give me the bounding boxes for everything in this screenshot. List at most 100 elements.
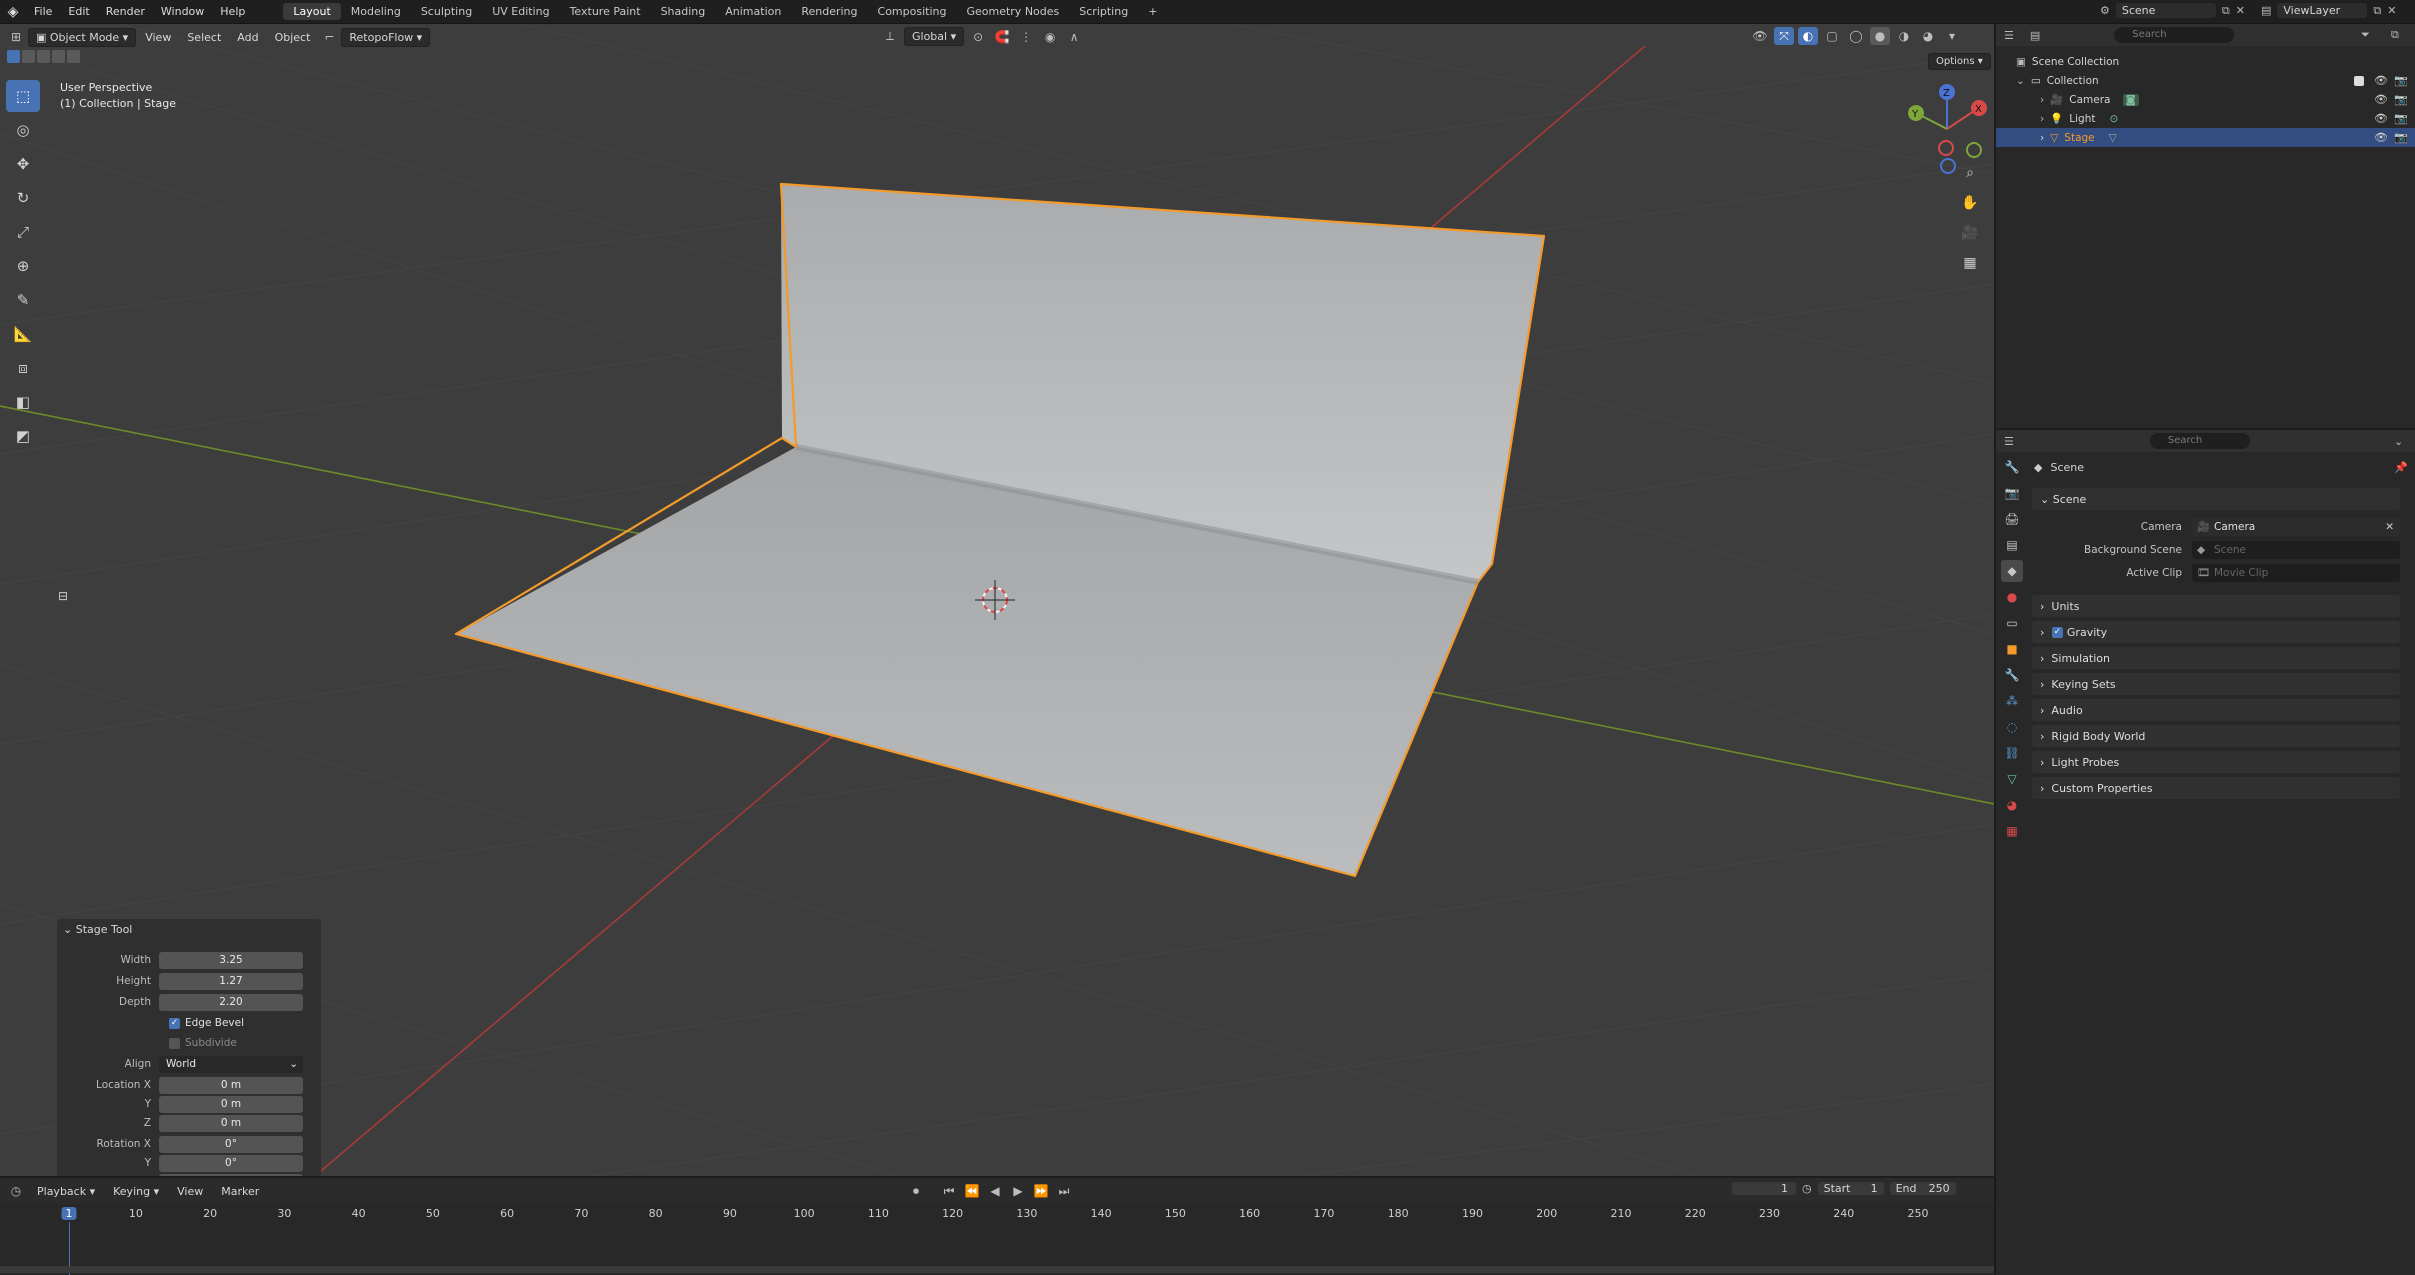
timeline-editor-type-icon[interactable]: ◷ (6, 1182, 26, 1200)
light-data-icon[interactable]: ⊙ (2110, 113, 2119, 125)
cursor-tool-icon[interactable]: ◎ (6, 114, 40, 146)
outliner-item-stage[interactable]: › ▽ Stage ▽ 👁 📷 (1996, 128, 2415, 147)
marker-menu[interactable]: Marker (214, 1183, 266, 1200)
tab-animation[interactable]: Animation (715, 3, 791, 20)
collapse-toolbar-icon[interactable]: ⊟ (58, 589, 68, 603)
height-field[interactable]: 1.27 (159, 972, 303, 990)
end-frame-field[interactable]: End 250 (1889, 1182, 1956, 1195)
new-view-layer-icon[interactable]: ⧉ (2373, 4, 2381, 18)
start-frame-field[interactable]: Start 1 (1817, 1182, 1884, 1195)
light-render-icon[interactable]: 📷 (2394, 112, 2408, 125)
snap-icon[interactable]: 🧲 (992, 28, 1012, 46)
scene-section-header[interactable]: ⌄ Scene (2032, 488, 2400, 510)
camera-data-icon[interactable]: ◙ (2122, 93, 2139, 106)
scene-collection-row[interactable]: ▣ Scene Collection (1996, 52, 2415, 71)
align-dropdown[interactable]: World ⌄ (159, 1055, 303, 1073)
light-eye-icon[interactable]: 👁 (2374, 112, 2388, 125)
scene-tab-icon[interactable]: ◆ (2001, 560, 2023, 582)
playback-menu[interactable]: Playback ▾ (30, 1183, 102, 1200)
rendered-shading-icon[interactable]: ◕ (1918, 27, 1938, 45)
preview-range-icon[interactable]: ◷ (1802, 1182, 1812, 1195)
display-mode-icon[interactable]: ▤ (2030, 29, 2040, 42)
mode-dropdown[interactable]: ▣ Object Mode ▾ (28, 27, 137, 47)
gravity-panel-header[interactable]: › ✓ Gravity (2032, 621, 2400, 643)
rotation-x-field[interactable]: 0° (159, 1135, 303, 1153)
outliner-search-input[interactable]: Search (2114, 27, 2235, 43)
visibility-icon[interactable]: 👁 (1750, 27, 1770, 45)
jump-start-icon[interactable]: ⏮ (939, 1182, 959, 1200)
proportional-edit-icon[interactable]: ◉ (1040, 28, 1060, 46)
select-box-tool-icon[interactable]: ⬚ (6, 80, 40, 112)
delete-scene-icon[interactable]: ✕ (2236, 4, 2245, 17)
stage-tool-header[interactable]: ⌄ Stage Tool (63, 923, 132, 936)
units-panel-header[interactable]: › Units (2032, 595, 2400, 617)
location-x-field[interactable]: 0 m (159, 1076, 303, 1094)
object-tab-icon[interactable]: ■ (2001, 638, 2023, 660)
tab-geometry-nodes[interactable]: Geometry Nodes (956, 3, 1069, 20)
add-workspace-button[interactable]: + (1138, 3, 1167, 20)
tab-compositing[interactable]: Compositing (868, 3, 957, 20)
jump-end-icon[interactable]: ⏭ (1054, 1182, 1074, 1200)
new-scene-icon[interactable]: ⧉ (2222, 4, 2230, 18)
scene-name-field[interactable]: Scene (2115, 3, 2216, 18)
tool-tab-icon[interactable]: 🔧 (2001, 456, 2023, 478)
data-tab-icon[interactable]: ▽ (2001, 768, 2023, 790)
auto-keying-icon[interactable]: ⏺ (906, 1182, 926, 1200)
collection-camera-icon[interactable]: 📷 (2394, 74, 2408, 87)
tab-scripting[interactable]: Scripting (1069, 3, 1138, 20)
xray-icon[interactable]: ▢ (1822, 27, 1842, 45)
background-scene-field[interactable]: ◆ Scene (2192, 541, 2400, 559)
material-tab-icon[interactable]: ◕ (2001, 794, 2023, 816)
play-icon[interactable]: ▶ (1008, 1182, 1028, 1200)
clear-camera-icon[interactable]: ✕ (2385, 518, 2394, 536)
stage-render-icon[interactable]: 📷 (2394, 131, 2408, 144)
collection-checkbox[interactable] (2354, 75, 2364, 86)
output-tab-icon[interactable]: 🖨 (2001, 508, 2023, 530)
blender-logo-icon[interactable]: ◈ (0, 4, 26, 20)
menu-file[interactable]: File (26, 5, 60, 18)
camera-eye-icon[interactable]: 👁 (2374, 93, 2388, 106)
rigid-body-world-panel-header[interactable]: › Rigid Body World (2032, 725, 2400, 747)
gravity-checkbox[interactable]: ✓ (2051, 626, 2063, 638)
stage-mesh-data-icon[interactable]: ▽ (2109, 132, 2117, 144)
ortho-grid-icon[interactable]: ▦ (1958, 252, 1982, 274)
render-tab-icon[interactable]: 📷 (2001, 482, 2023, 504)
active-clip-field[interactable]: 🎞 Movie Clip (2192, 564, 2400, 582)
width-field[interactable]: 3.25 (159, 951, 303, 969)
frame-ruler[interactable]: 1 10 20 30 40 50 60 70 80 90 100 110 120 130 140 150 160… (0, 1206, 1994, 1222)
extra-tool-icon[interactable]: ◩ (6, 420, 40, 452)
collection-tab-icon[interactable]: ▭ (2001, 612, 2023, 634)
tab-layout[interactable]: Layout (283, 3, 341, 20)
transform-orientation-dropdown[interactable]: Global ▾ (904, 27, 965, 46)
outliner-editor-type-icon[interactable]: ☰ (2004, 29, 2014, 42)
timeline-view-menu[interactable]: View (170, 1183, 210, 1200)
world-tab-icon[interactable]: ● (2001, 586, 2023, 608)
tab-texture-paint[interactable]: Texture Paint (560, 3, 651, 20)
menu-render[interactable]: Render (98, 5, 153, 18)
menu-view[interactable]: View (138, 29, 178, 46)
jump-keyframe-forward-icon[interactable]: ⏩ (1031, 1182, 1051, 1200)
scene-selector-icon[interactable]: ⚙ (2100, 4, 2110, 17)
measure-tool-icon[interactable]: 📐 (6, 318, 40, 350)
pan-hand-icon[interactable]: ✋ (1958, 192, 1982, 214)
camera-render-icon[interactable]: 📷 (2394, 93, 2408, 106)
current-frame-field[interactable]: 1 (1732, 1182, 1796, 1195)
particles-tab-icon[interactable]: ⁂ (2001, 690, 2023, 712)
menu-window[interactable]: Window (153, 5, 212, 18)
select-invert-icon[interactable] (52, 50, 65, 63)
add-cube-tool-icon[interactable]: ⧈ (6, 352, 40, 384)
annotate-tool-icon[interactable]: ✎ (6, 284, 40, 316)
play-reverse-icon[interactable]: ◀ (985, 1182, 1005, 1200)
delete-view-layer-icon[interactable]: ✕ (2387, 4, 2396, 17)
editor-type-icon[interactable]: ⊞ (6, 28, 26, 46)
tab-sculpting[interactable]: Sculpting (411, 3, 482, 20)
zoom-icon[interactable]: ⌕ (1958, 162, 1982, 184)
pin-icon[interactable]: 📌 (2394, 461, 2408, 474)
jump-keyframe-back-icon[interactable]: ⏪ (962, 1182, 982, 1200)
outliner-item-camera[interactable]: › 🎥 Camera ◙ 👁 📷 (1996, 90, 2415, 109)
transform-tool-icon[interactable]: ⊕ (6, 250, 40, 282)
simulation-panel-header[interactable]: › Simulation (2032, 647, 2400, 669)
light-probes-panel-header[interactable]: › Light Probes (2032, 751, 2400, 773)
3d-viewport[interactable]: Z X Y ⊞ ▣ Object Mode ▾ View Select Add … (0, 24, 1994, 1176)
texture-tab-icon[interactable]: ▦ (2001, 820, 2023, 842)
